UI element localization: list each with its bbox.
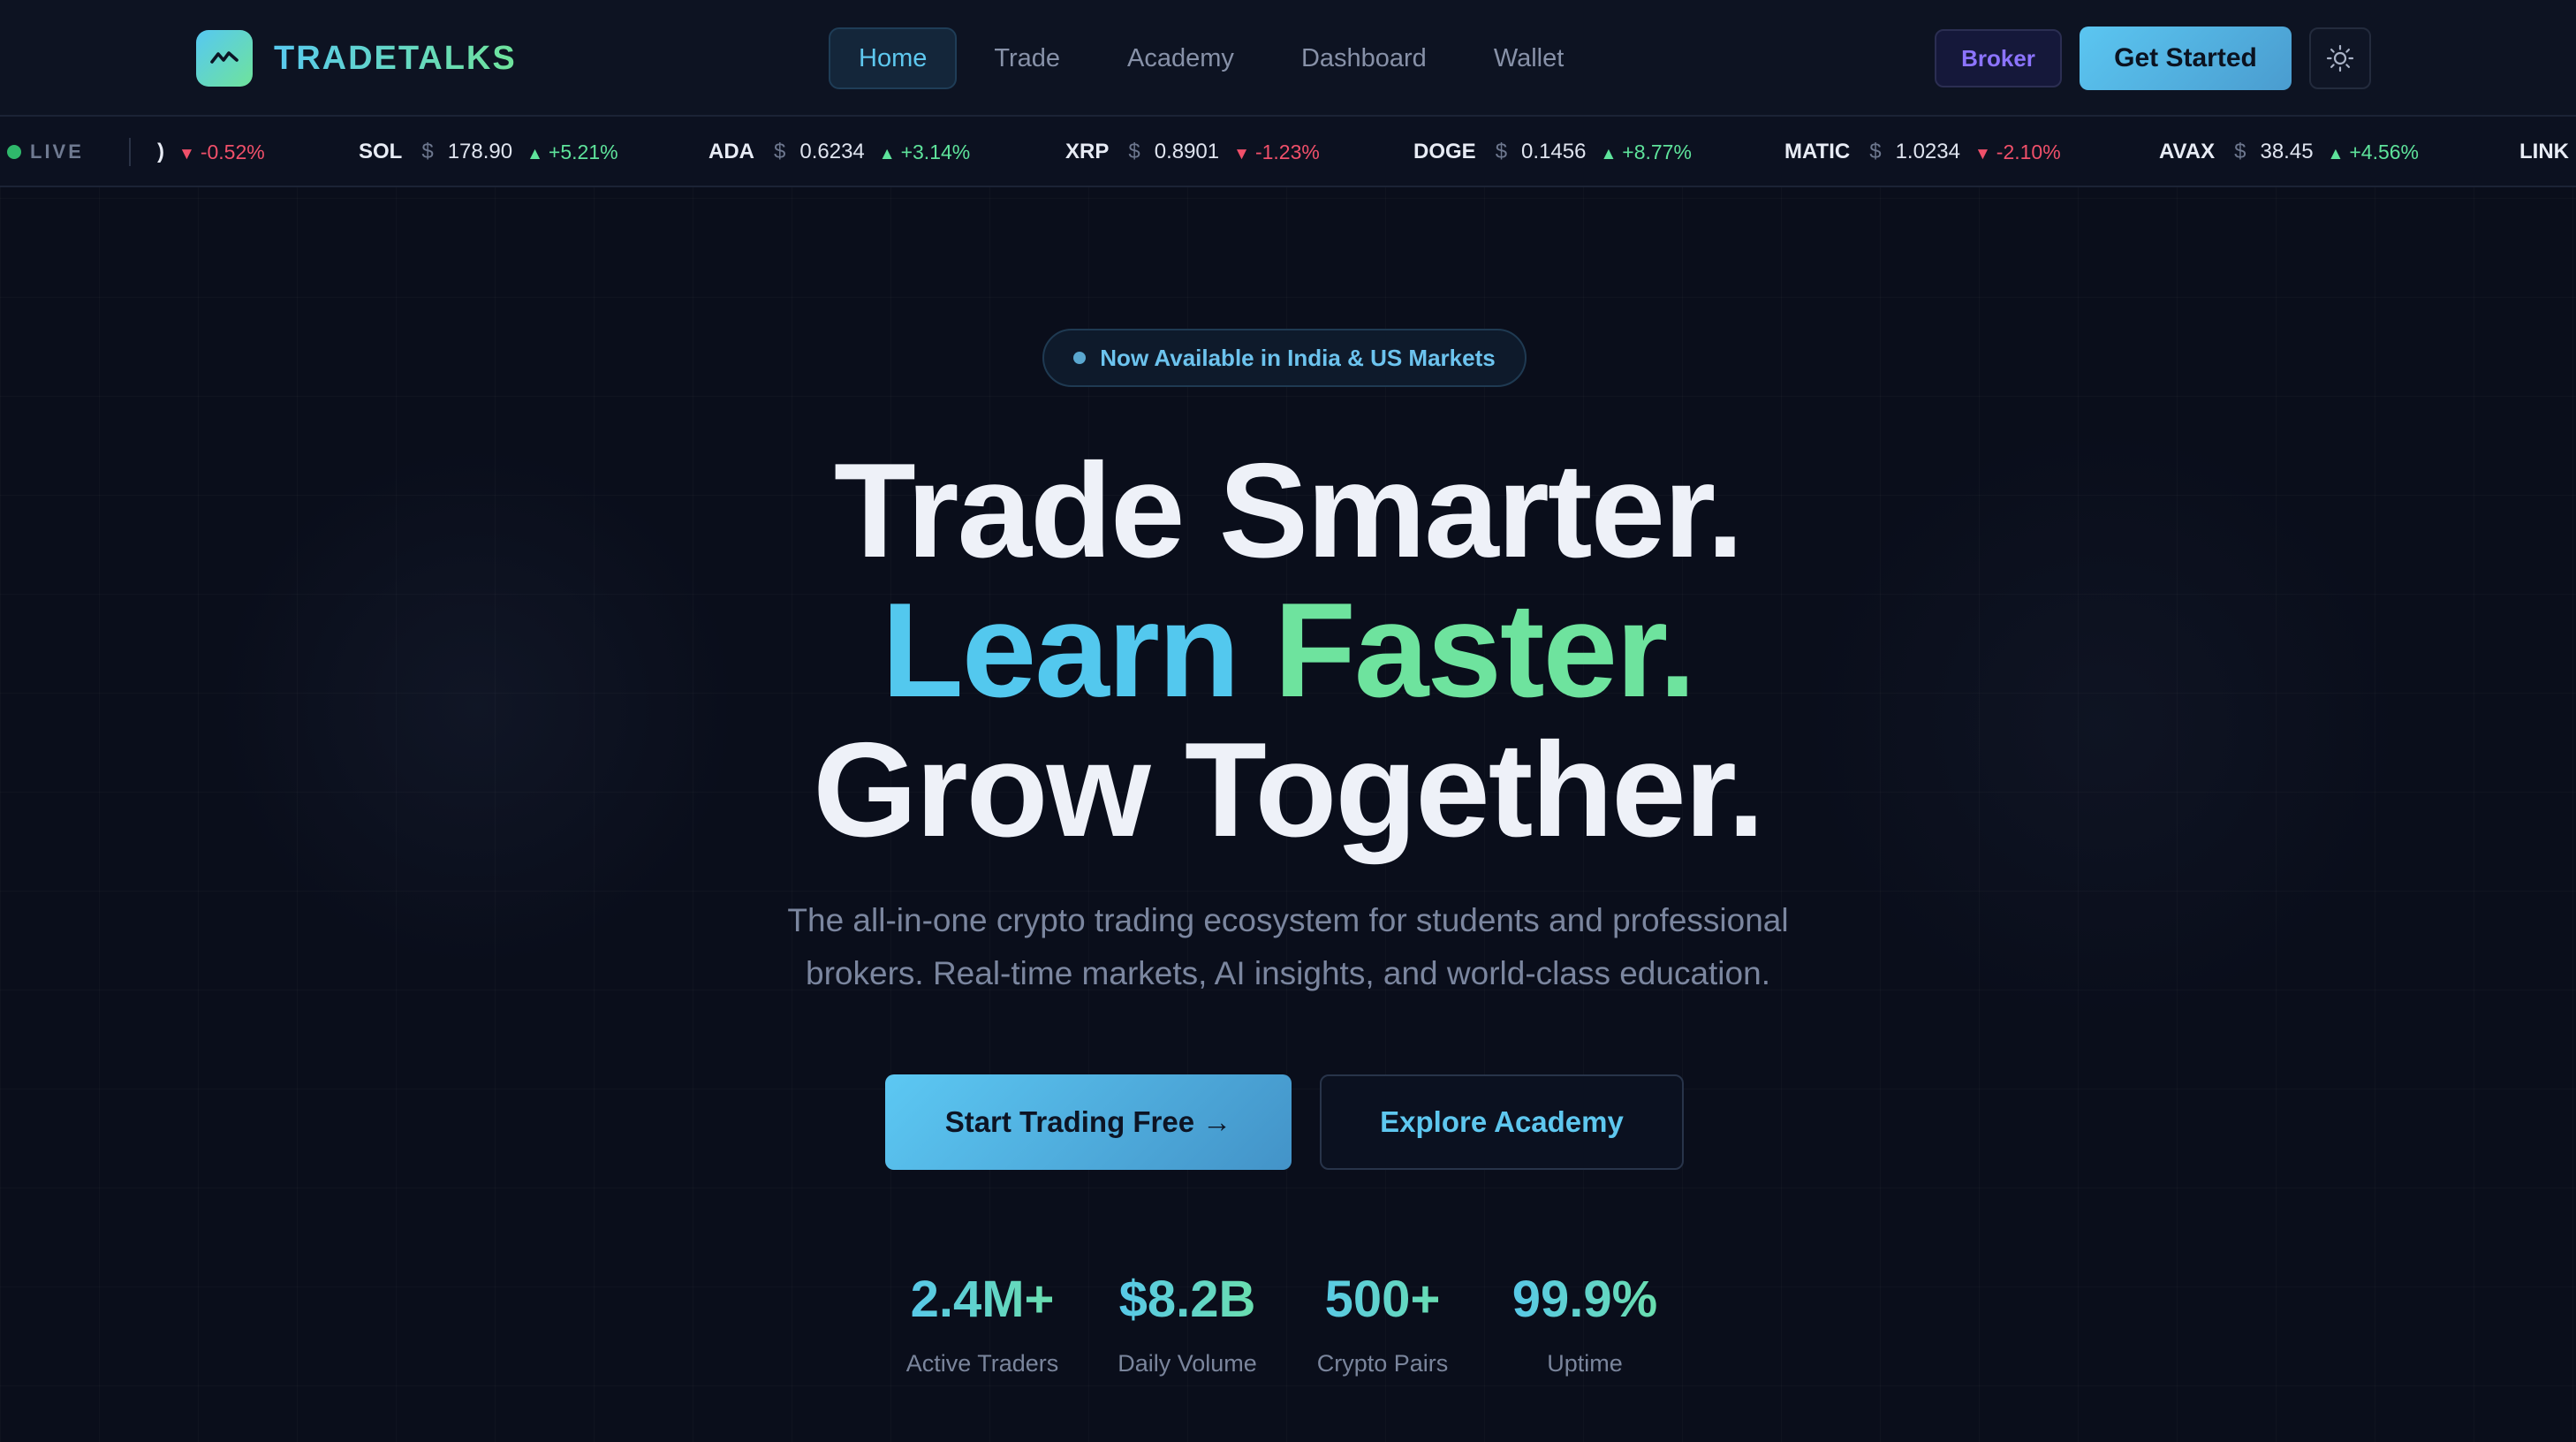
live-label: LIVE xyxy=(30,140,84,163)
headline-line-1: Trade Smarter. xyxy=(833,436,1744,586)
live-dot-icon xyxy=(7,145,21,159)
get-started-button[interactable]: Get Started xyxy=(2080,27,2292,90)
arrow-up-icon: ▲ xyxy=(2327,144,2345,163)
stat-value: $8.2B xyxy=(1106,1269,1269,1331)
nav-dashboard[interactable]: Dashboard xyxy=(1271,27,1457,89)
ticker-item[interactable]: SOL $ 178.90 ▲ +5.21% xyxy=(359,117,618,186)
page: TRADETALKS Home Trade Academy Dashboard … xyxy=(0,0,2576,1442)
arrow-up-icon: ▲ xyxy=(878,144,896,163)
stat-label: Daily Volume xyxy=(1118,1350,1257,1377)
ticker-symbol: SOL xyxy=(359,140,403,163)
ticker-symbol: LINK xyxy=(2519,140,2569,163)
ticker-symbol: MATIC xyxy=(1784,140,1851,163)
main-nav: Home Trade Academy Dashboard Wallet xyxy=(829,27,1594,89)
headline-line-2: Learn Faster. xyxy=(0,580,2576,721)
live-indicator: LIVE xyxy=(7,117,84,186)
ticker-symbol: AVAX xyxy=(2159,140,2216,163)
arrow-down-icon: ▼ xyxy=(1974,144,1991,163)
arrow-up-icon: ▲ xyxy=(1600,144,1618,163)
ticker-divider xyxy=(129,138,131,166)
top-navbar: TRADETALKS Home Trade Academy Dashboard … xyxy=(0,0,2576,117)
hero-subtitle: The all-in-one crypto trading ecosystem … xyxy=(787,902,1789,991)
theme-toggle-button[interactable] xyxy=(2309,27,2371,89)
stat-daily-volume: $8.2B Daily Volume xyxy=(1106,1269,1269,1377)
ticker-change: ▼ -0.52% xyxy=(178,140,265,163)
broker-button[interactable]: Broker xyxy=(1935,29,2062,87)
ticker-change: ▼ -2.10% xyxy=(1974,140,2061,163)
ticker-symbol: XRP xyxy=(1065,140,1110,163)
start-trading-button[interactable]: Start Trading Free → xyxy=(885,1074,1292,1170)
ticker-item[interactable]: LINK xyxy=(2519,117,2569,186)
stat-crypto-pairs: 500+ Crypto Pairs xyxy=(1304,1269,1461,1377)
ticker-currency: $ xyxy=(1869,140,1882,163)
stat-value: 2.4M+ xyxy=(896,1269,1069,1331)
ticker-currency: $ xyxy=(1128,140,1140,163)
ticker-symbol: ADA xyxy=(708,140,754,163)
ticker-currency: $ xyxy=(421,140,434,163)
ticker-currency: $ xyxy=(2234,140,2246,163)
stat-label: Active Traders xyxy=(905,1350,1059,1377)
ticker-item[interactable]: AVAX $ 38.45 ▲ +4.56% xyxy=(2159,117,2420,186)
ticker-change: ▲ +5.21% xyxy=(527,140,618,163)
ticker-item[interactable]: XRP $ 0.8901 ▼ -1.23% xyxy=(1065,117,1320,186)
ticker-price: 0.1456 xyxy=(1521,140,1587,163)
ticker-price: 1.0234 xyxy=(1895,140,1960,163)
stat-active-traders: 2.4M+ Active Traders xyxy=(896,1269,1069,1377)
ticker-currency: $ xyxy=(774,140,786,163)
sun-icon xyxy=(2326,44,2354,72)
headline-learn: Learn xyxy=(881,575,1240,725)
stat-label: Uptime xyxy=(1547,1350,1623,1377)
ticker-change: ▲ +4.56% xyxy=(2327,140,2420,163)
ticker-price: 38.45 xyxy=(2260,140,2314,163)
price-ticker: LIVE ) ▼ -0.52% SOL $ 178.90 ▲ +5.21% ADA … xyxy=(0,117,2576,187)
headline-line-3: Grow Together. xyxy=(813,715,1764,865)
arrow-up-icon: ▲ xyxy=(527,144,543,163)
ticker-item[interactable]: ) ▼ -0.52% xyxy=(157,117,265,186)
ticker-item[interactable]: DOGE $ 0.1456 ▲ +8.77% xyxy=(1413,117,1692,186)
ticker-item[interactable]: ADA $ 0.6234 ▲ +3.14% xyxy=(708,117,971,186)
ticker-symbol: DOGE xyxy=(1413,140,1476,163)
nav-trade[interactable]: Trade xyxy=(964,27,1090,89)
ticker-price: 178.90 xyxy=(447,140,513,163)
explore-academy-button[interactable]: Explore Academy xyxy=(1320,1074,1684,1170)
arrow-down-icon: ▼ xyxy=(178,144,195,163)
stat-uptime: 99.9% Uptime xyxy=(1496,1269,1673,1377)
nav-home[interactable]: Home xyxy=(829,27,958,89)
stat-value: 99.9% xyxy=(1496,1269,1673,1331)
ticker-change: ▲ +8.77% xyxy=(1600,140,1692,163)
headline-faster: Faster. xyxy=(1274,575,1696,725)
badge-dot-icon xyxy=(1073,352,1087,364)
ticker-price: 0.8901 xyxy=(1154,140,1220,163)
availability-badge: Now Available in India & US Markets xyxy=(1042,329,1527,387)
nav-academy[interactable]: Academy xyxy=(1097,27,1264,89)
ticker-change: ▼ -1.23% xyxy=(1233,140,1320,163)
ticker-price: 0.6234 xyxy=(799,140,865,163)
ticker-change: ▲ +3.14% xyxy=(878,140,971,163)
brand-name: TRADETALKS xyxy=(274,39,517,77)
stat-label: Crypto Pairs xyxy=(1316,1350,1449,1377)
ticker-item[interactable]: MATIC $ 1.0234 ▼ -2.10% xyxy=(1784,117,2061,186)
stat-value: 500+ xyxy=(1304,1269,1461,1331)
ticker-currency: $ xyxy=(1495,140,1508,163)
brand[interactable]: TRADETALKS xyxy=(196,30,517,87)
arrow-down-icon: ▼ xyxy=(1233,144,1250,163)
ticker-symbol: ) xyxy=(157,140,164,163)
pulse-chart-icon xyxy=(196,30,253,87)
badge-text: Now Available in India & US Markets xyxy=(1100,344,1496,371)
nav-wallet[interactable]: Wallet xyxy=(1464,27,1595,89)
